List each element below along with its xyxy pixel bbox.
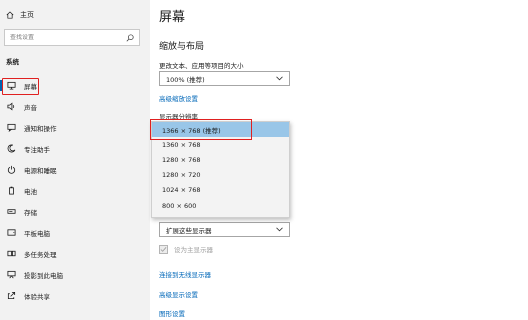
page-title: 屏幕 (159, 10, 186, 25)
home-icon (6, 11, 14, 19)
search-input[interactable] (10, 34, 126, 41)
sidebar-item-label: 多任务处理 (24, 250, 57, 259)
sidebar-item-shared-experiences[interactable]: 体验共享 (0, 285, 150, 306)
sidebar-item-project-to-pc[interactable]: 投影到此电脑 (0, 264, 150, 285)
projector-icon (6, 270, 16, 280)
multi-display-value: 扩展这些显示器 (166, 226, 212, 235)
main-display-checkbox-label: 设为主显示器 (174, 246, 213, 254)
main-display-checkbox-row: 设为主显示器 (159, 244, 213, 254)
resolution-option[interactable]: 1024 × 768 (152, 183, 289, 198)
scale-value: 100% (推荐) (166, 75, 205, 84)
sidebar-item-label: 电源和睡眠 (24, 166, 57, 175)
sidebar-item-battery[interactable]: 电池 (0, 180, 150, 201)
speaker-icon (6, 102, 16, 112)
sidebar-item-sound[interactable]: 声音 (0, 96, 150, 117)
home-link[interactable]: 主页 (6, 8, 34, 22)
sidebar-item-label: 电池 (24, 187, 37, 196)
highlight-outline-display (2, 78, 39, 95)
section-title: 系统 (6, 58, 19, 66)
sidebar-item-label: 投影到此电脑 (24, 271, 63, 280)
highlight-outline-resolution (150, 119, 252, 140)
sidebar-item-label: 通知和操作 (24, 124, 57, 133)
main-display-checkbox (159, 244, 168, 254)
advanced-display-link[interactable]: 高级显示设置 (159, 289, 198, 299)
sidebar-item-label: 体验共享 (24, 292, 50, 301)
share-icon (6, 291, 16, 301)
message-icon (6, 123, 16, 133)
sidebar-item-multitasking[interactable]: 多任务处理 (0, 243, 150, 264)
sidebar-item-notifications[interactable]: 通知和操作 (0, 117, 150, 138)
checkmark-icon (160, 246, 167, 252)
sidebar-item-label: 声音 (24, 103, 37, 112)
sidebar-item-focus-assist[interactable]: 专注助手 (0, 138, 150, 159)
search-box[interactable] (4, 29, 140, 46)
multitask-icon (6, 249, 16, 259)
power-icon (6, 165, 16, 175)
graphics-settings-link[interactable]: 图形设置 (159, 308, 185, 318)
moon-icon (6, 144, 16, 154)
wireless-display-link[interactable]: 连接到无线显示器 (159, 269, 211, 279)
sidebar: 主页 系统 屏幕 声音 通知和操作 专注助手 电源和睡眠 电池 (0, 0, 150, 320)
tablet-icon (6, 228, 16, 238)
scale-dropdown[interactable]: 100% (推荐) (159, 71, 290, 86)
home-label: 主页 (20, 11, 34, 19)
sidebar-item-tablet[interactable]: 平板电脑 (0, 222, 150, 243)
sidebar-item-power-sleep[interactable]: 电源和睡眠 (0, 159, 150, 180)
resolution-option[interactable]: 1280 × 768 (152, 152, 289, 167)
sidebar-item-label: 平板电脑 (24, 229, 50, 238)
sidebar-item-storage[interactable]: 存储 (0, 201, 150, 222)
sidebar-item-label: 存储 (24, 208, 37, 217)
scale-label: 更改文本、应用等项目的大小 (159, 62, 244, 70)
resolution-option[interactable]: 800 × 600 (152, 198, 289, 213)
battery-icon (6, 186, 16, 196)
chevron-down-icon (276, 76, 283, 81)
storage-icon (6, 207, 16, 217)
advanced-scaling-link[interactable]: 高级缩放设置 (159, 93, 198, 103)
multi-display-dropdown[interactable]: 扩展这些显示器 (159, 222, 290, 237)
chevron-down-icon (276, 227, 283, 232)
search-icon[interactable] (126, 33, 134, 42)
scale-layout-heading: 缩放与布局 (159, 42, 205, 52)
resolution-option[interactable]: 1280 × 720 (152, 168, 289, 183)
sidebar-nav: 屏幕 声音 通知和操作 专注助手 电源和睡眠 电池 存储 平板电脑 多任务处理 … (0, 75, 150, 306)
sidebar-item-label: 专注助手 (24, 145, 50, 154)
